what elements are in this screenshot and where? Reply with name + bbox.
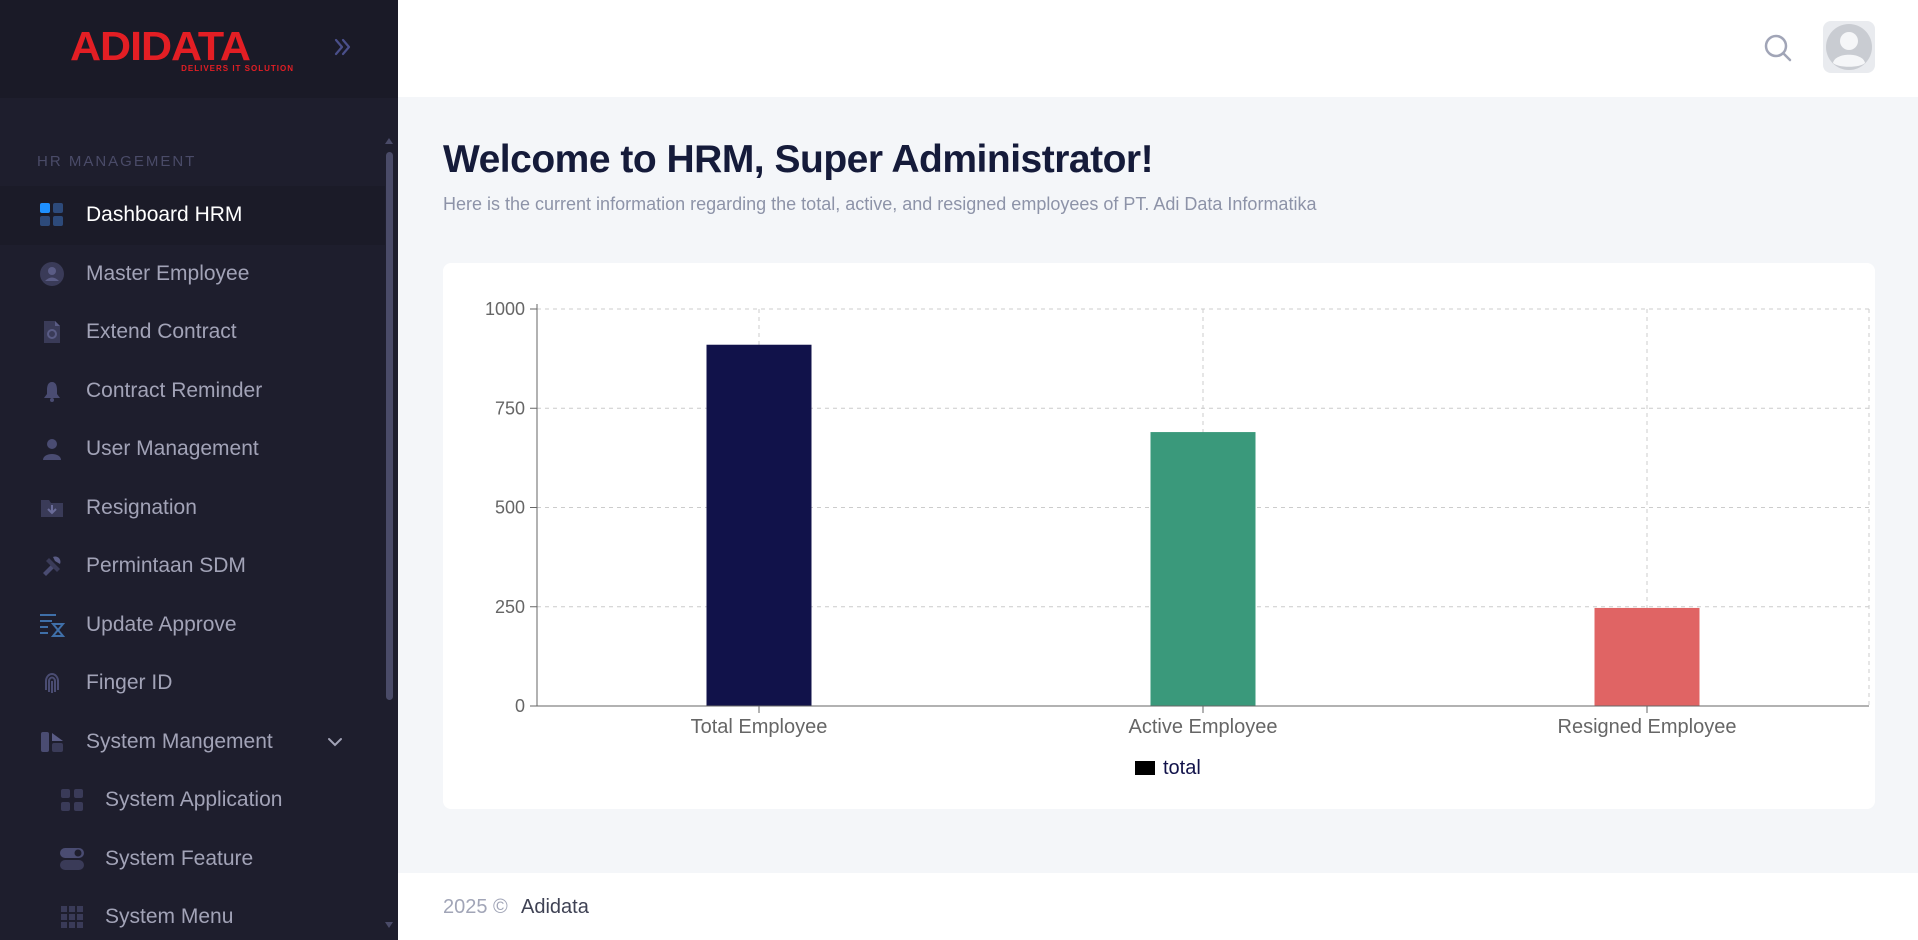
sidebar: ADIDATA DELIVERS IT SOLUTION HR MANAGEME… — [0, 0, 398, 940]
sidebar-item-label: Dashboard HRM — [86, 203, 243, 227]
y-tick-label: 750 — [495, 398, 525, 418]
sidebar-subitem-system-menu[interactable]: System Menu — [0, 888, 385, 940]
bar-active-employee — [1150, 432, 1256, 706]
sidebar-item-label: Permintaan SDM — [86, 554, 246, 578]
x-tick-label: Resigned Employee — [1558, 716, 1737, 738]
search-button[interactable] — [1760, 30, 1796, 66]
sidebar-item-label: System Application — [105, 788, 283, 812]
fingerprint-icon — [38, 669, 66, 697]
folder-download-icon — [38, 494, 66, 522]
sidebar-scrollbar[interactable] — [385, 138, 394, 938]
user-icon — [38, 435, 66, 463]
employee-chart-card: 0 250 500 750 1000 Total Employee Active Emplo… — [443, 263, 1875, 809]
sidebar-item-label: System Menu — [105, 905, 234, 929]
menu-section-title: HR MANAGEMENT — [37, 153, 197, 170]
x-tick-label: Total Employee — [691, 716, 828, 738]
page-title: Welcome to HRM, Super Administrator! — [443, 138, 1154, 181]
employee-bar-chart: 0 250 500 750 1000 Total Employee Active Emplo… — [485, 299, 1870, 779]
page-subtitle: Here is the current information regardin… — [443, 194, 1317, 214]
logo-tagline: DELIVERS IT SOLUTION — [181, 64, 294, 73]
scroll-up-arrow-icon[interactable] — [385, 138, 393, 144]
y-tick-label: 1000 — [485, 299, 525, 319]
sidebar-item-dashboard-hrm[interactable]: Dashboard HRM — [0, 186, 385, 245]
scroll-down-arrow-icon[interactable] — [385, 922, 393, 928]
sidebar-item-label: Finger ID — [86, 671, 173, 695]
sidebar-item-extend-contract[interactable]: Extend Contract — [0, 303, 385, 362]
footer-company-link[interactable]: Adidata — [521, 896, 589, 919]
chevron-down-icon — [328, 737, 342, 746]
sidebar-item-update-approve[interactable]: Update Approve — [0, 596, 385, 655]
sidebar-item-label: User Management — [86, 437, 259, 461]
sidebar-subitem-system-application[interactable]: System Application — [0, 771, 385, 830]
grid-icon — [58, 903, 86, 931]
employee-icon — [38, 260, 66, 288]
sidebar-subitem-system-feature[interactable]: System Feature — [0, 830, 385, 889]
y-tick-label: 0 — [515, 696, 525, 716]
y-tick-label: 250 — [495, 597, 525, 617]
user-avatar[interactable] — [1823, 21, 1875, 73]
sidebar-toggle-button[interactable] — [326, 30, 360, 64]
legend-label: total — [1163, 757, 1201, 779]
list-hourglass-icon — [38, 611, 66, 639]
double-chevron-right-icon — [334, 38, 351, 56]
system-icon — [38, 728, 66, 756]
footer: 2025 © Adidata — [398, 873, 1918, 940]
sidebar-item-user-management[interactable]: User Management — [0, 420, 385, 479]
bell-icon — [38, 377, 66, 405]
sidebar-item-label: Resignation — [86, 495, 197, 519]
sidebar-item-contract-reminder[interactable]: Contract Reminder — [0, 362, 385, 421]
sidebar-item-resignation[interactable]: Resignation — [0, 479, 385, 538]
user-avatar-icon — [1826, 24, 1872, 70]
dashboard-icon — [38, 201, 66, 229]
sidebar-item-master-employee[interactable]: Master Employee — [0, 245, 385, 304]
brand-logo[interactable]: ADIDATA DELIVERS IT SOLUTION — [70, 24, 294, 74]
x-tick-label: Active Employee — [1129, 716, 1278, 738]
sidebar-menu: Dashboard HRM Master Employee Extend Con… — [0, 186, 385, 940]
apps-icon — [58, 786, 86, 814]
sidebar-item-label: System Mangement — [86, 729, 273, 753]
sidebar-item-finger-id[interactable]: Finger ID — [0, 654, 385, 713]
top-header — [398, 0, 1918, 97]
toggle-icon — [58, 845, 86, 873]
tools-icon — [38, 552, 66, 580]
y-tick-label: 500 — [495, 498, 525, 518]
bar-resigned-employee — [1594, 607, 1700, 706]
sidebar-item-label: Extend Contract — [86, 320, 237, 344]
legend-swatch — [1135, 761, 1155, 775]
logo-text: ADIDATA — [70, 23, 251, 69]
document-icon — [38, 318, 66, 346]
sidebar-item-label: Contract Reminder — [86, 378, 263, 402]
sidebar-header: ADIDATA DELIVERS IT SOLUTION — [0, 0, 398, 98]
search-icon — [1764, 34, 1792, 62]
sidebar-item-label: Update Approve — [86, 612, 237, 636]
sidebar-item-label: Master Employee — [86, 261, 250, 285]
sidebar-item-permintaan-sdm[interactable]: Permintaan SDM — [0, 537, 385, 596]
scroll-thumb[interactable] — [386, 152, 393, 700]
sidebar-item-label: System Feature — [105, 846, 254, 870]
sidebar-item-system-mangement[interactable]: System Mangement — [0, 713, 385, 772]
bar-total-employee — [706, 344, 812, 706]
footer-copyright: 2025 © — [443, 896, 508, 918]
